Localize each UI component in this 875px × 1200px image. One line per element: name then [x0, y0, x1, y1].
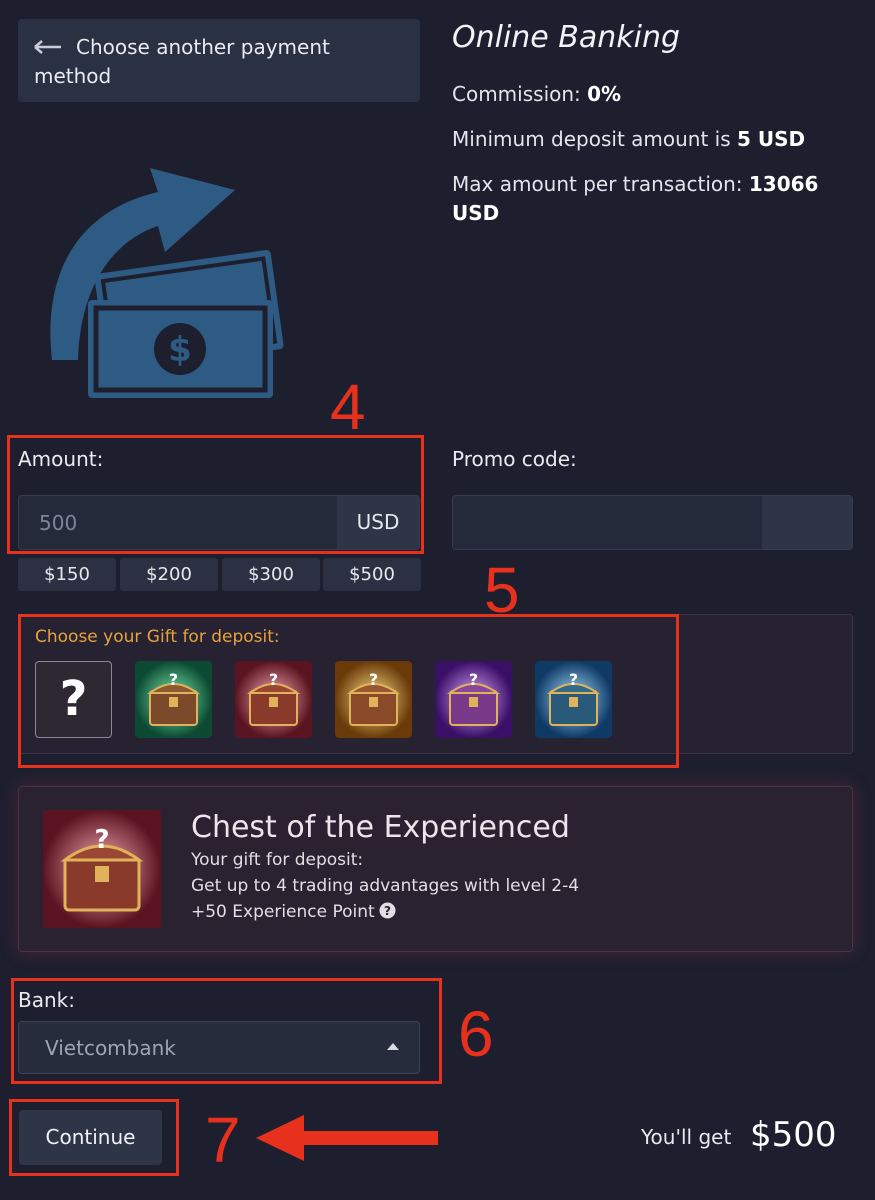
you-get-amount: $500 [750, 1115, 837, 1155]
preset-200-button[interactable]: $200 [120, 558, 218, 591]
annotation-arrow-left-icon [256, 1115, 438, 1161]
svg-text:?: ? [94, 825, 109, 855]
annotation-box-gift [18, 614, 679, 768]
promo-code-label: Promo code: [452, 447, 577, 471]
selected-gift-title: Chest of the Experienced [191, 810, 570, 845]
max-amount-info: Max amount per transaction: 13066 USD [452, 172, 819, 225]
minimum-deposit-info: Minimum deposit amount is 5 USD [452, 127, 806, 151]
selected-gift-subtitle: Your gift for deposit: [191, 850, 364, 870]
commission-info: Commission: 0% [452, 82, 622, 106]
you-get-label: You'll get [641, 1125, 732, 1149]
annotation-box-bank [11, 978, 442, 1084]
payment-method-title: Online Banking [452, 20, 681, 55]
preset-150-button[interactable]: $150 [18, 558, 116, 591]
annotation-number-4: 4 [330, 371, 366, 443]
arrow-left-icon [34, 39, 61, 54]
annotation-box-amount [7, 435, 424, 554]
red-chest-icon: ? [43, 810, 161, 928]
annotation-number-5: 5 [484, 554, 520, 626]
money-transfer-illustration-icon: $ [50, 168, 284, 398]
annotation-box-continue [9, 1099, 179, 1176]
promo-code-input[interactable] [452, 495, 853, 550]
annotation-number-6: 6 [458, 998, 494, 1070]
back-button-label: Choose another payment method [34, 35, 330, 88]
annotation-number-7: 7 [205, 1104, 241, 1176]
help-icon[interactable]: ? [379, 902, 396, 919]
preset-500-button[interactable]: $500 [323, 558, 421, 591]
choose-another-payment-method-button[interactable]: Choose another payment method [18, 19, 420, 102]
selected-gift-image: ? [43, 810, 161, 928]
preset-300-button[interactable]: $300 [222, 558, 320, 591]
promo-apply-button[interactable] [762, 496, 852, 549]
svg-text:?: ? [384, 904, 391, 918]
svg-text:$: $ [168, 330, 192, 370]
selected-gift-experience: +50 Experience Point? [191, 902, 396, 922]
selected-gift-description: Get up to 4 trading advantages with leve… [191, 876, 580, 896]
